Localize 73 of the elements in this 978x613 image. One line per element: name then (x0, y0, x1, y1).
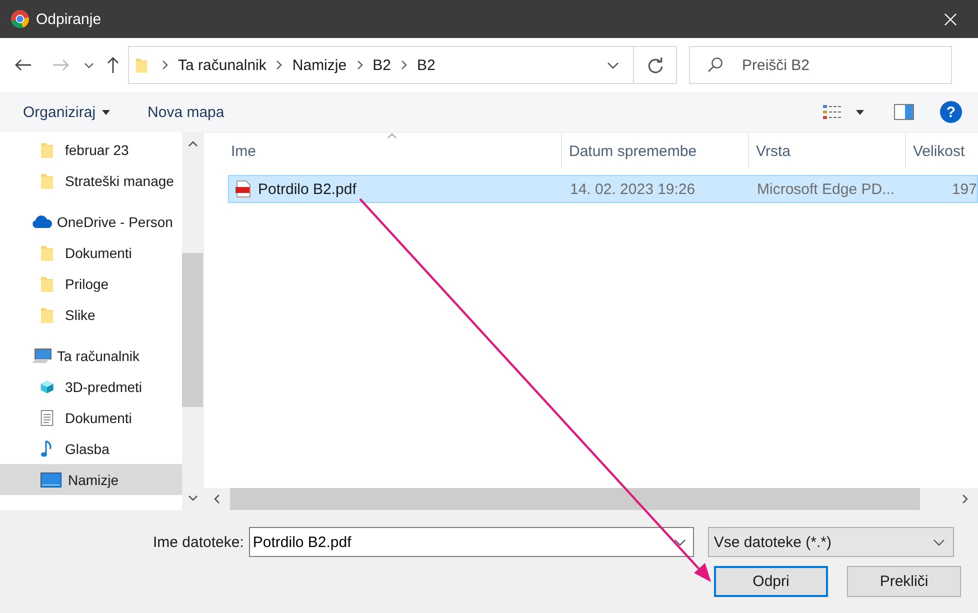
breadcrumb-item[interactable]: B2 (416, 56, 436, 74)
sort-caret-icon (387, 133, 397, 139)
close-icon[interactable] (943, 12, 958, 26)
sidebar-item[interactable]: 3D-predmeti (0, 371, 182, 402)
sidebar-item[interactable]: februar 23 (0, 134, 182, 165)
folder-icon (40, 274, 54, 292)
vertical-scrollbar[interactable] (182, 132, 203, 510)
sidebar-item[interactable]: Dokumenti (0, 237, 182, 268)
chevron-down-icon[interactable] (84, 62, 94, 68)
caret-icon[interactable] (856, 110, 864, 114)
folder-icon (40, 140, 54, 158)
address-bar[interactable]: Ta računalnik Namizje B2 B2 (128, 46, 634, 84)
sidebar-item[interactable]: OneDrive - Person (0, 206, 182, 237)
caret-icon (102, 110, 110, 114)
breadcrumb-item[interactable]: Namizje (292, 56, 347, 74)
chevron-right-icon (162, 60, 168, 70)
column-header[interactable]: Datum spremembe (562, 133, 749, 169)
column-header[interactable]: Ime (204, 133, 562, 169)
organize-menu-button[interactable]: Organiziraj (12, 100, 121, 124)
desktop-icon (40, 472, 62, 488)
folder-icon (40, 244, 54, 262)
window-title: Odpiranje (36, 10, 102, 28)
search-icon (707, 57, 723, 73)
refresh-button[interactable] (634, 46, 677, 84)
document-icon (40, 408, 54, 426)
help-button[interactable]: ? (940, 101, 962, 123)
chevron-left-icon[interactable] (214, 494, 220, 504)
open-button[interactable]: Odpri (714, 566, 828, 597)
file-name: Potrdilo B2.pdf (258, 180, 356, 198)
chevron-right-icon[interactable] (962, 494, 968, 504)
back-arrow-icon[interactable] (14, 57, 32, 73)
table-cell: 197 (952, 180, 977, 198)
search-field[interactable]: Preišči B2 (689, 46, 952, 84)
sidebar-item[interactable]: Priloge (0, 268, 182, 299)
file-name-label: Ime datoteke: (153, 534, 244, 550)
file-row[interactable]: Potrdilo B2.pdf 14. 02. 2023 19:26 Microsoft Edge PD... 197 (228, 175, 978, 203)
preview-pane-icon[interactable] (894, 104, 914, 120)
table-cell: Microsoft Edge PD... (757, 180, 895, 198)
column-header[interactable]: Vrsta (749, 133, 906, 169)
chevron-down-icon[interactable] (188, 495, 198, 501)
folder-icon (135, 56, 148, 74)
folder-icon (40, 172, 54, 190)
cloud-icon (31, 214, 53, 230)
file-type-dropdown[interactable]: Vse datoteke (*.*) (708, 527, 954, 557)
up-arrow-icon[interactable] (106, 56, 120, 74)
chevron-right-icon (276, 60, 282, 70)
sidebar-item[interactable]: Strateški manage (0, 165, 182, 196)
browser-logo-icon (10, 9, 30, 29)
music-note-icon (40, 440, 54, 458)
chevron-down-icon[interactable] (607, 62, 619, 68)
chevron-down-icon[interactable] (674, 539, 686, 546)
pdf-file-icon (235, 180, 251, 198)
sidebar-item[interactable]: Ta računalnik (0, 340, 182, 371)
folder-icon (40, 306, 54, 324)
chevron-up-icon[interactable] (188, 141, 198, 147)
sidebar-item[interactable]: Glasba (0, 433, 182, 464)
new-folder-button[interactable]: Nova mapa (136, 100, 236, 124)
chevron-right-icon (400, 60, 407, 70)
chevron-right-icon (356, 60, 363, 70)
details-view-icon[interactable] (822, 104, 842, 120)
table-cell: 14. 02. 2023 19:26 (570, 180, 696, 198)
cancel-button[interactable]: Prekliči (847, 566, 961, 597)
column-header[interactable]: Velikost (906, 133, 978, 169)
sidebar-item[interactable]: Slike (0, 299, 182, 330)
chevron-down-icon (932, 538, 945, 546)
sidebar-item[interactable]: Namizje (0, 464, 182, 495)
file-name-field[interactable]: Potrdilo B2.pdf (248, 527, 694, 557)
breadcrumb-item[interactable]: Ta računalnik (178, 56, 266, 74)
sidebar-item[interactable]: Dokumenti (0, 402, 182, 433)
breadcrumb-item[interactable]: B2 (372, 56, 391, 74)
computer-icon (31, 348, 53, 364)
refresh-icon (646, 56, 664, 74)
scrollbar-thumb[interactable] (182, 253, 203, 407)
